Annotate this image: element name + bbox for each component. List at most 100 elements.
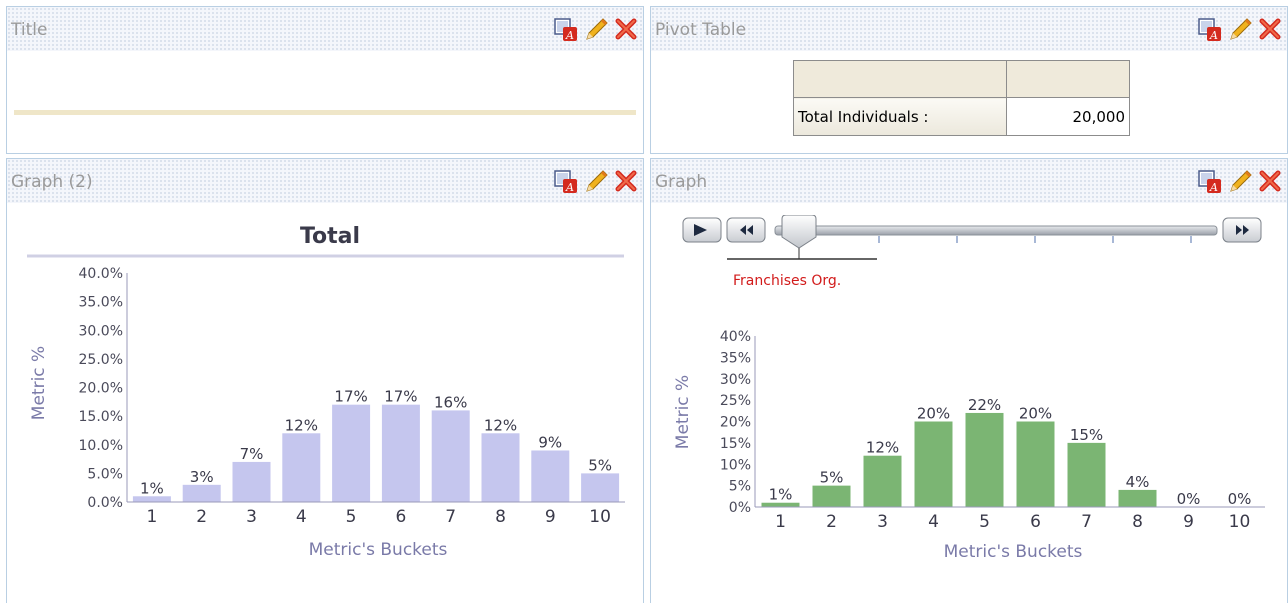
y-tick-label: 25.0%: [79, 352, 123, 368]
svg-text:A: A: [1209, 29, 1218, 42]
bar-data-label: 0%: [1228, 490, 1252, 508]
bar-data-label: 4%: [1126, 473, 1150, 491]
pivot-table-panel: Pivot Table A Total Individuals : 20,000: [650, 6, 1288, 154]
x-tick-label: 4: [928, 512, 939, 532]
y-tick-label: 5.0%: [87, 466, 123, 482]
bar-data-label: 12%: [866, 439, 899, 457]
chart-title: Total: [300, 224, 360, 249]
bar: [1067, 442, 1106, 507]
bar: [282, 433, 321, 502]
title-divider-line: [14, 110, 636, 115]
bar: [581, 473, 620, 502]
y-tick-label: 0%: [729, 500, 751, 516]
x-tick-label: 6: [1030, 512, 1041, 532]
y-tick-label: 30%: [720, 372, 751, 388]
panel-header: Title A: [7, 7, 643, 51]
total-bar-chart: Total0.0%5.0%10.0%15.0%20.0%25.0%30.0%35…: [27, 224, 625, 560]
bar: [965, 412, 1004, 507]
bar-data-label: 15%: [1070, 426, 1103, 444]
x-axis-title: Metric's Buckets: [309, 540, 448, 560]
y-tick-label: 10.0%: [79, 438, 123, 454]
format-icon[interactable]: A: [1197, 15, 1223, 43]
y-tick-label: 40%: [720, 329, 751, 345]
pivot-header-cell: [793, 60, 1007, 98]
pivot-header-cell: [1006, 60, 1130, 98]
format-icon[interactable]: A: [553, 15, 579, 43]
x-tick-label: 8: [495, 507, 506, 527]
bar: [232, 461, 271, 502]
bar-data-label: 1%: [140, 479, 164, 497]
panel-header: Pivot Table A: [651, 7, 1287, 51]
x-tick-label: 9: [1183, 512, 1194, 532]
bar-data-label: 7%: [240, 445, 264, 463]
bar-data-label: 5%: [588, 456, 612, 474]
x-tick-label: 3: [877, 512, 888, 532]
x-tick-label: 3: [246, 507, 257, 527]
bar: [1118, 489, 1157, 507]
y-axis-title: Metric %: [673, 375, 693, 449]
panel-title: Pivot Table: [655, 20, 747, 40]
bar-data-label: 22%: [968, 396, 1001, 414]
pivot-data-row: Total Individuals : 20,000: [793, 97, 1130, 136]
bar-data-label: 17%: [384, 388, 417, 406]
x-tick-label: 4: [296, 507, 307, 527]
y-tick-label: 20.0%: [79, 381, 123, 397]
bar: [863, 455, 902, 507]
x-tick-label: 5: [346, 507, 357, 527]
panel-title: Title: [11, 20, 48, 40]
bar: [182, 484, 221, 502]
bar-data-label: 12%: [484, 416, 517, 434]
bar-data-label: 20%: [1019, 405, 1052, 423]
svg-text:A: A: [565, 29, 574, 42]
bar: [332, 404, 371, 502]
bar: [481, 433, 520, 502]
x-tick-label: 10: [1229, 512, 1251, 532]
x-tick-label: 7: [445, 507, 456, 527]
bar: [431, 410, 470, 502]
x-tick-label: 2: [826, 512, 837, 532]
y-tick-label: 0.0%: [87, 495, 123, 511]
delete-x-icon[interactable]: [613, 15, 639, 43]
bar-data-label: 5%: [820, 469, 844, 487]
panel-icons: A: [1197, 15, 1283, 43]
bar-data-label: 20%: [917, 405, 950, 423]
bar: [914, 421, 953, 507]
y-axis-title: Metric %: [29, 346, 49, 420]
y-tick-label: 15%: [720, 436, 751, 452]
pivot-row-value: 20,000: [1006, 97, 1130, 136]
y-tick-label: 35%: [720, 350, 751, 366]
bar: [531, 450, 570, 502]
bar: [381, 404, 420, 502]
y-tick-label: 10%: [720, 457, 751, 473]
graph-panel: Graph A Franchises Org. 0% 5% 10% 15% 20…: [650, 158, 1288, 603]
y-tick-label: 40.0%: [79, 266, 123, 282]
x-tick-label: 8: [1132, 512, 1143, 532]
edit-pencil-icon[interactable]: [1227, 15, 1253, 43]
bar-data-label: 9%: [538, 433, 562, 451]
delete-x-icon[interactable]: [1257, 15, 1283, 43]
pivot-header-row: [793, 60, 1130, 98]
y-tick-label: 35.0%: [79, 295, 123, 311]
x-tick-label: 10: [589, 507, 611, 527]
pivot-table: Total Individuals : 20,000: [793, 60, 1130, 136]
graph2-panel: Graph (2) A Total 0.0% 5.0% 10.0% 15.0% 20.0%…: [6, 158, 644, 603]
bar-data-label: 0%: [1177, 490, 1201, 508]
x-tick-label: 1: [146, 507, 157, 527]
bar: [812, 485, 851, 507]
x-tick-label: 5: [979, 512, 990, 532]
x-tick-label: 7: [1081, 512, 1092, 532]
title-panel: Title A: [6, 6, 644, 154]
edit-pencil-icon[interactable]: [583, 15, 609, 43]
graph-bar-chart: 0%5%10%15%20%25%30%35%40%1%15%212%320%42…: [673, 329, 1265, 562]
y-tick-label: 20%: [720, 415, 751, 431]
x-tick-label: 1: [775, 512, 786, 532]
y-tick-label: 25%: [720, 393, 751, 409]
bar-data-label: 1%: [769, 486, 793, 504]
x-tick-label: 6: [395, 507, 406, 527]
x-axis-title: Metric's Buckets: [944, 542, 1083, 562]
pivot-row-label: Total Individuals :: [793, 97, 1007, 136]
bar: [1016, 421, 1055, 507]
y-tick-label: 5%: [729, 479, 751, 495]
x-tick-label: 9: [545, 507, 556, 527]
y-tick-label: 15.0%: [79, 409, 123, 425]
